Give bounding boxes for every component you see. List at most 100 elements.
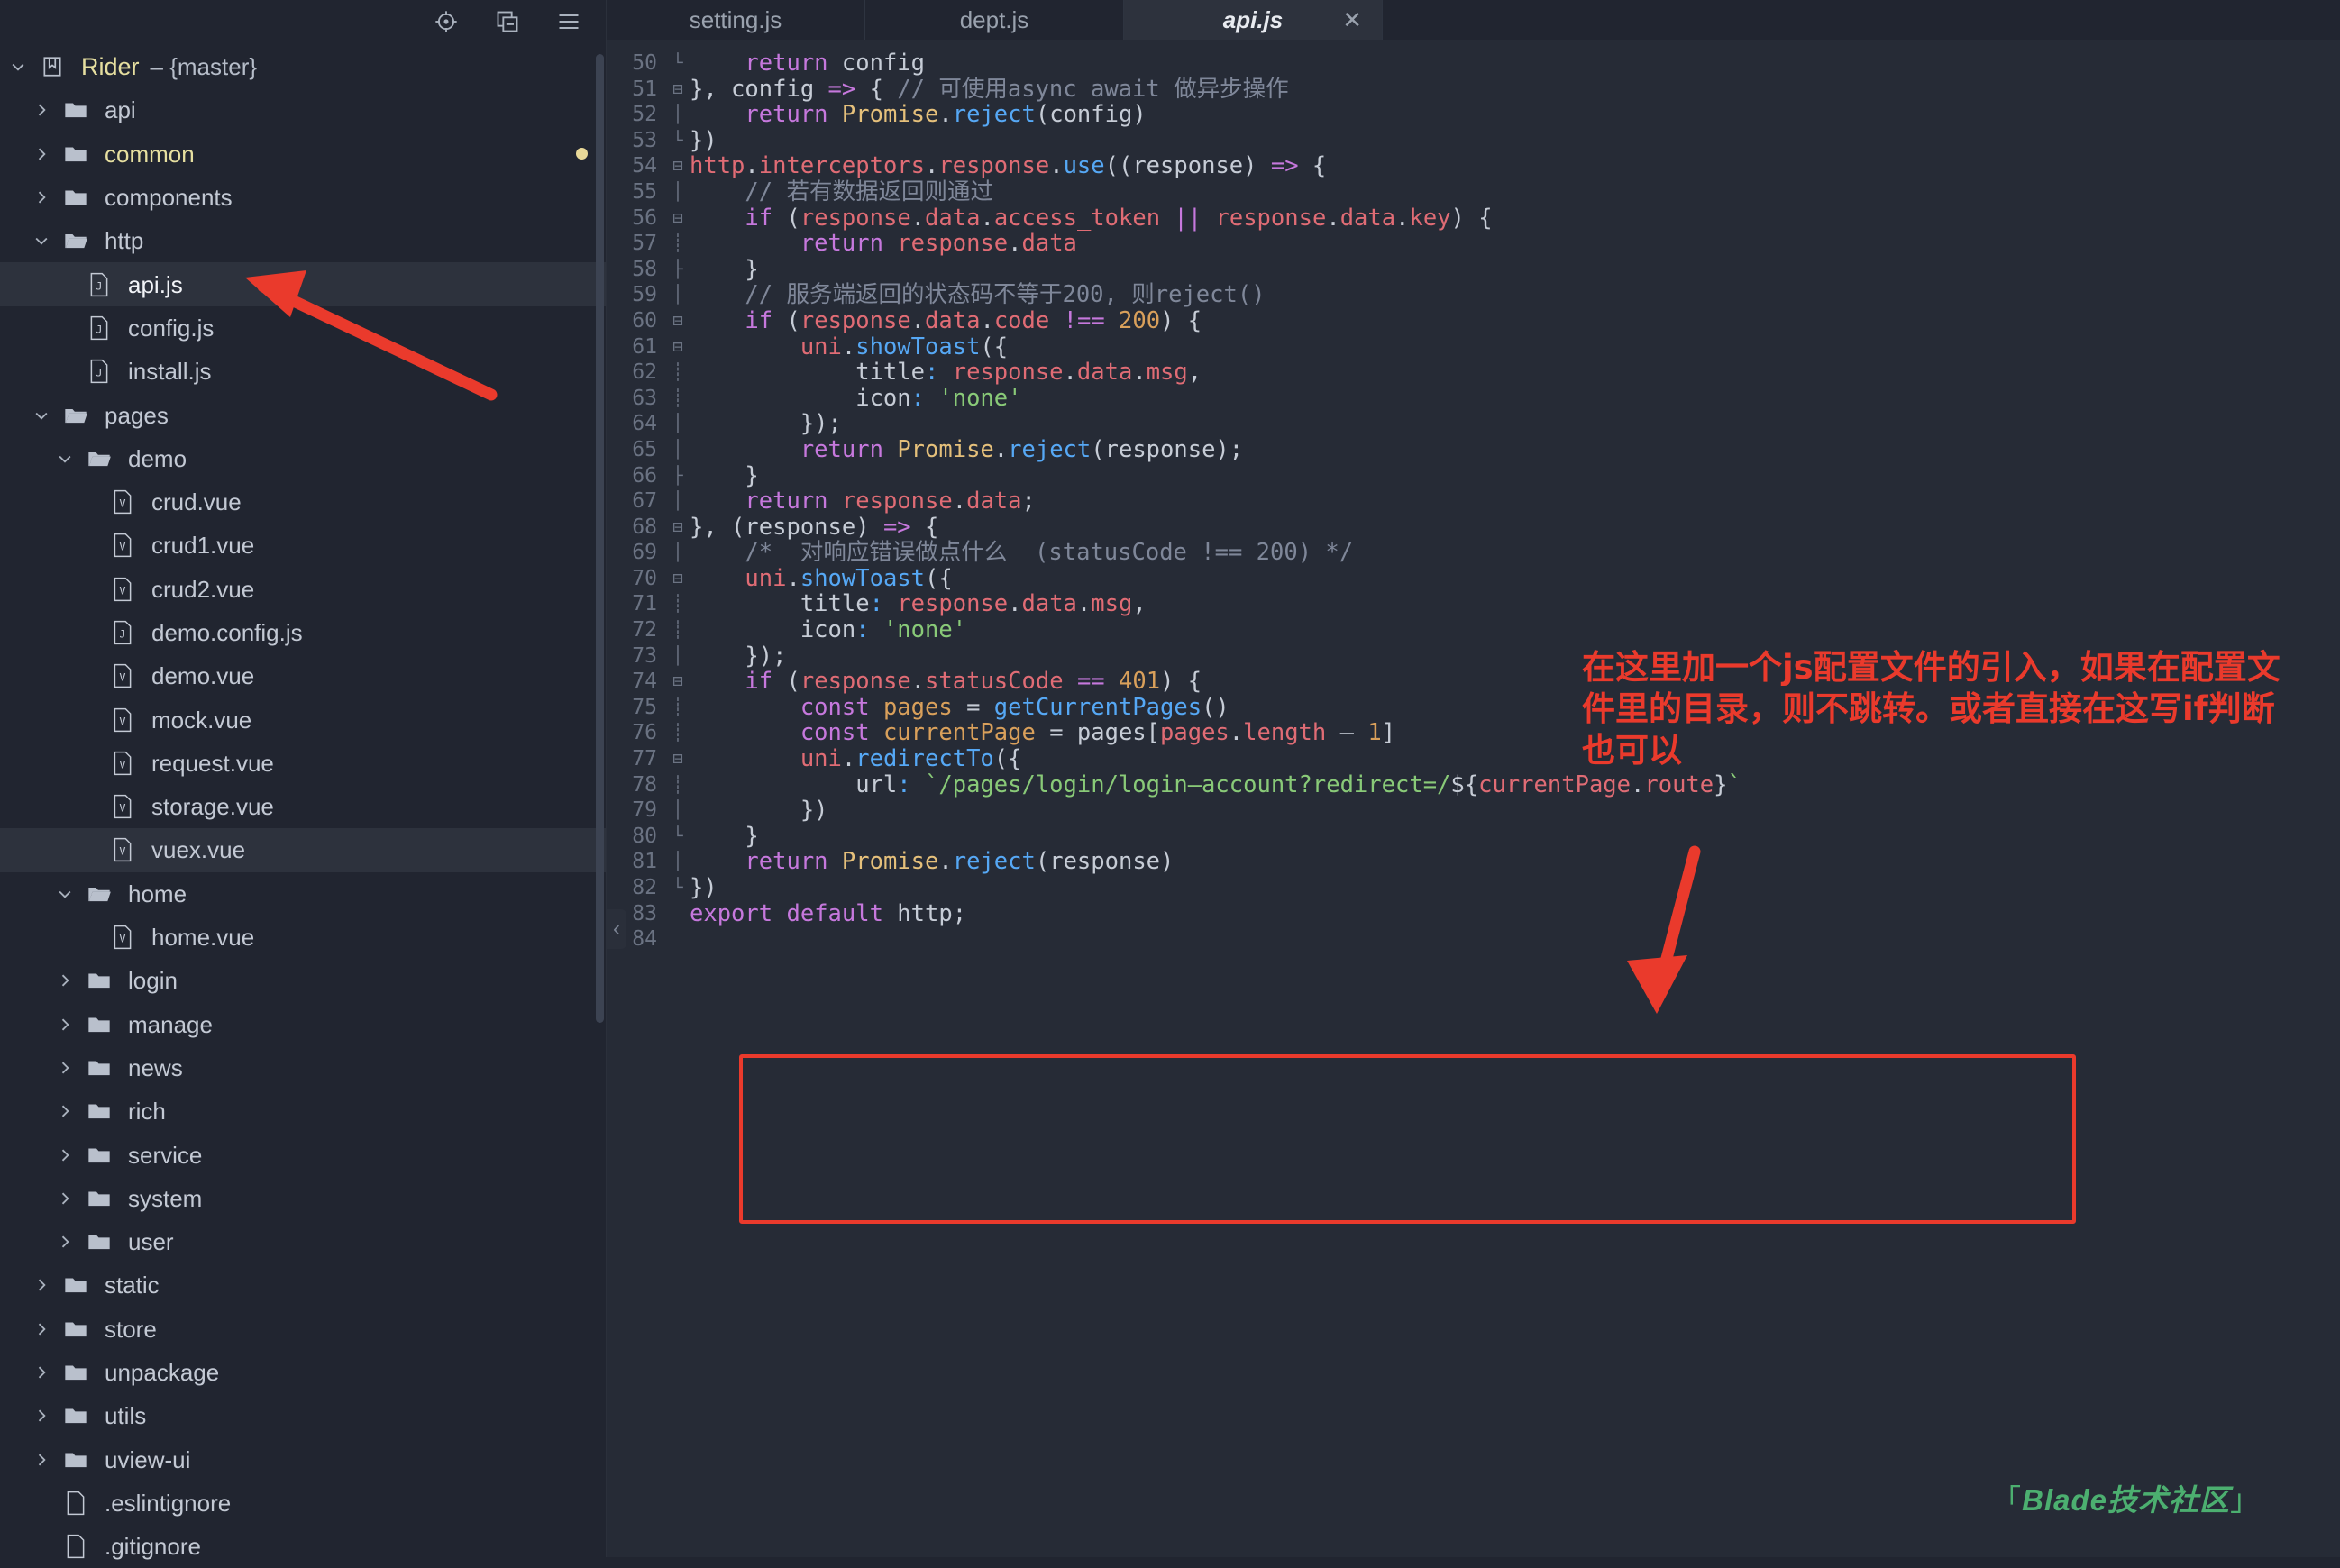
fold-marker-icon[interactable]: ⊟ — [666, 334, 690, 360]
code-line[interactable]: 67 │ return response.data; — [607, 488, 2340, 515]
fold-marker-icon[interactable]: ┊ — [666, 386, 690, 412]
code-line[interactable]: 52 │ return Promise.reject(config) — [607, 102, 2340, 128]
tree-item-utils[interactable]: utils — [0, 1394, 606, 1437]
fold-marker-icon[interactable]: │ — [666, 643, 690, 670]
code-line[interactable]: 84 — [607, 926, 2340, 953]
chevron-right-icon[interactable] — [31, 187, 52, 208]
fold-marker-icon[interactable]: │ — [666, 798, 690, 824]
tree-item-crud-vue[interactable]: Vcrud.vue — [0, 480, 606, 524]
code-line[interactable]: 66 ├ } — [607, 462, 2340, 489]
code-line[interactable]: 56 ⊟ if (response.data.access_token || re… — [607, 205, 2340, 232]
chevron-right-icon[interactable] — [31, 143, 52, 165]
code-content[interactable]: 50 └ return config 51 ⊟}, config => { // 可使… — [607, 40, 2340, 953]
chevron-right-icon[interactable] — [54, 1144, 76, 1166]
chevron-right-icon[interactable] — [54, 1188, 76, 1209]
tree-item-uview-ui[interactable]: uview-ui — [0, 1438, 606, 1481]
code-line[interactable]: 60 ⊟ if (response.data.code !== 200) { — [607, 308, 2340, 334]
code-line[interactable]: 81 │ return Promise.reject(response) — [607, 849, 2340, 875]
fold-marker-icon[interactable]: ┊ — [666, 617, 690, 643]
tree-item-service[interactable]: service — [0, 1133, 606, 1176]
code-line[interactable]: 68 ⊟}, (response) => { — [607, 514, 2340, 541]
code-line[interactable]: 71 ┊ title: response.data.msg, — [607, 591, 2340, 617]
tree-item-vuex-vue[interactable]: Vvuex.vue — [0, 828, 606, 872]
fold-marker-icon[interactable]: ├ — [666, 257, 690, 283]
tree-item-api[interactable]: api — [0, 88, 606, 132]
fold-marker-icon[interactable]: ⊟ — [666, 205, 690, 232]
tree-item-login[interactable]: login — [0, 959, 606, 1002]
fold-marker-icon[interactable]: └ — [666, 128, 690, 154]
chevron-right-icon[interactable] — [31, 99, 52, 121]
tree-item-api-js[interactable]: Japi.js — [0, 262, 606, 306]
tree-item-http[interactable]: http — [0, 219, 606, 262]
tree-item-store[interactable]: store — [0, 1308, 606, 1351]
sidebar-scrollbar[interactable] — [596, 54, 604, 1023]
fold-marker-icon[interactable]: ┊ — [666, 695, 690, 721]
tree-item--gitignore[interactable]: .gitignore — [0, 1525, 606, 1568]
fold-marker-icon[interactable]: │ — [666, 411, 690, 437]
chevron-down-icon[interactable] — [7, 56, 29, 77]
code-line[interactable]: 50 └ return config — [607, 50, 2340, 77]
chevron-right-icon[interactable] — [54, 970, 76, 991]
tree-item--eslintignore[interactable]: .eslintignore — [0, 1481, 606, 1525]
editor-tab-api-js[interactable]: api.js ✕ — [1124, 0, 1383, 40]
code-line[interactable]: 83 export default http; — [607, 900, 2340, 927]
fold-marker-icon[interactable]: │ — [666, 849, 690, 875]
tree-item-system[interactable]: system — [0, 1177, 606, 1220]
tree-item-request-vue[interactable]: Vrequest.vue — [0, 742, 606, 785]
code-line[interactable]: 53 └}) — [607, 127, 2340, 154]
chevron-down-icon[interactable] — [31, 405, 52, 426]
code-line[interactable]: 63 ┊ icon: 'none' — [607, 385, 2340, 412]
code-line[interactable]: 64 │ }); — [607, 411, 2340, 437]
code-line[interactable]: 62 ┊ title: response.data.msg, — [607, 360, 2340, 386]
fold-marker-icon[interactable]: └ — [666, 824, 690, 850]
fold-marker-icon[interactable]: └ — [666, 50, 690, 77]
tree-item-home[interactable]: home — [0, 872, 606, 916]
fold-marker-icon[interactable]: │ — [666, 540, 690, 566]
fold-marker-icon[interactable]: ├ — [666, 463, 690, 489]
tree-item-storage-vue[interactable]: Vstorage.vue — [0, 785, 606, 828]
code-line[interactable]: 72 ┊ icon: 'none' — [607, 617, 2340, 643]
code-line[interactable]: 69 │ /* 对响应错误做点什么 (statusCode !== 200) */ — [607, 540, 2340, 566]
tree-item-common[interactable]: common — [0, 132, 606, 176]
chevron-right-icon[interactable] — [31, 1274, 52, 1296]
chevron-right-icon[interactable] — [54, 1100, 76, 1122]
close-icon[interactable]: ✕ — [1342, 8, 1362, 32]
fold-marker-icon[interactable]: ⊟ — [666, 153, 690, 179]
code-line[interactable]: 54 ⊟ http.interceptors.response.use((respo… — [607, 153, 2340, 179]
fold-marker-icon[interactable]: ⊟ — [666, 77, 690, 103]
fold-marker-icon[interactable]: │ — [666, 282, 690, 308]
code-line[interactable]: 65 │ return Promise.reject(response); — [607, 437, 2340, 463]
fold-marker-icon[interactable]: ⊟ — [666, 669, 690, 695]
code-line[interactable]: 61 ⊟ uni.showToast({ — [607, 333, 2340, 360]
chevron-down-icon[interactable] — [31, 230, 52, 251]
fold-marker-icon[interactable]: ┊ — [666, 772, 690, 798]
code-line[interactable]: 82 └}) — [607, 875, 2340, 901]
chevron-down-icon[interactable] — [54, 448, 76, 469]
tree-item-install-js[interactable]: Jinstall.js — [0, 350, 606, 393]
chevron-right-icon[interactable] — [31, 1318, 52, 1340]
code-viewport[interactable]: 50 └ return config 51 ⊟}, config => { // 可使… — [607, 40, 2340, 1557]
tree-item-demo[interactable]: demo — [0, 437, 606, 480]
tree-item-components[interactable]: components — [0, 176, 606, 219]
fold-marker-icon[interactable]: ┊ — [666, 591, 690, 617]
editor-tab-setting-js[interactable]: setting.js — [607, 0, 865, 40]
chevron-right-icon[interactable] — [54, 1057, 76, 1079]
tree-item-static[interactable]: static — [0, 1263, 606, 1307]
fold-marker-icon[interactable]: ┊ — [666, 360, 690, 386]
chevron-right-icon[interactable] — [31, 1405, 52, 1427]
fold-marker-icon[interactable]: ⊟ — [666, 566, 690, 592]
fold-marker-icon[interactable]: │ — [666, 488, 690, 515]
fold-marker-icon[interactable]: │ — [666, 102, 690, 128]
chevron-right-icon[interactable] — [31, 1362, 52, 1383]
chevron-right-icon[interactable] — [54, 1231, 76, 1253]
code-line[interactable]: 55 │ // 若有数据返回则通过 — [607, 179, 2340, 205]
code-line[interactable]: 79 │ }) — [607, 798, 2340, 824]
fold-marker-icon[interactable]: └ — [666, 875, 690, 901]
chevron-right-icon[interactable] — [54, 1014, 76, 1035]
tree-item-mock-vue[interactable]: Vmock.vue — [0, 697, 606, 741]
editor-tab-dept-js[interactable]: dept.js — [865, 0, 1124, 40]
code-line[interactable]: 80 └ } — [607, 824, 2340, 850]
code-line[interactable]: 78 ┊ url: `/pages/login/login–account?red… — [607, 771, 2340, 798]
code-line[interactable]: 59 │ // 服务端返回的状态码不等于200, 则reject() — [607, 282, 2340, 308]
collapse-all-icon[interactable] — [494, 8, 521, 35]
